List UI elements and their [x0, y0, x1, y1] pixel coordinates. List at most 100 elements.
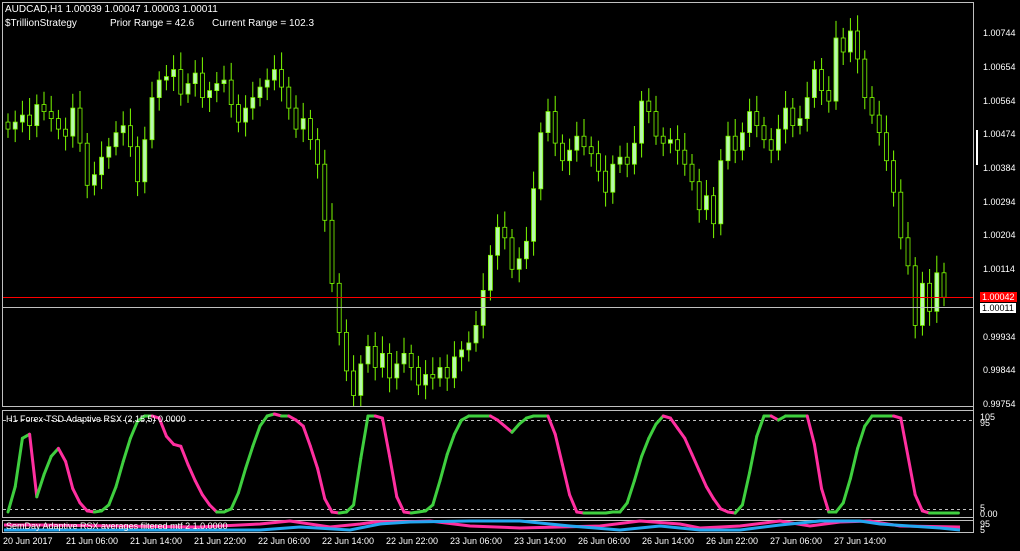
time-tick: 22 Jun 14:00 [322, 536, 375, 546]
main-chart-frame [2, 2, 974, 407]
candle-body [516, 258, 522, 270]
rsx1-segment [359, 414, 370, 460]
candle-body [596, 153, 601, 172]
candle-body [99, 156, 104, 176]
rsx1-segment [35, 473, 46, 499]
rsx1-segment [510, 422, 521, 434]
candle-body [732, 135, 738, 151]
candle-body [862, 58, 868, 98]
rsx1-segment [712, 497, 723, 511]
candle-body [156, 79, 162, 98]
rsx2-title: SemDay Adaptive RSX averages filtered mt… [6, 521, 228, 531]
candle-body [379, 352, 385, 368]
rsx1-segment [740, 471, 752, 507]
price-tick: 1.00204 [983, 230, 1016, 240]
rsx1-segment [121, 436, 132, 463]
candle-body [776, 128, 781, 151]
candle-body [905, 237, 911, 267]
candle-body [761, 125, 767, 141]
candle-body [653, 111, 659, 137]
candle-body [178, 69, 184, 95]
candle-body [898, 191, 904, 239]
chart-window[interactable]: AUDCAD,H1 1.00039 1.00047 1.00003 1.0001… [0, 0, 1020, 551]
rsx1-segment [546, 414, 557, 436]
price-tick: 0.99844 [983, 365, 1016, 375]
candle-body [437, 367, 443, 379]
candle-body [27, 114, 33, 126]
rsx1-segment [388, 454, 399, 499]
candle-body [495, 226, 501, 256]
candle-body [257, 86, 263, 98]
candle-body [235, 104, 241, 123]
candle-body [142, 139, 148, 183]
rsx1-segment [236, 467, 248, 495]
rsx1-segment [186, 463, 197, 483]
candle-body [135, 146, 141, 183]
candle-body [855, 30, 860, 60]
candle-body [56, 118, 61, 130]
candle-body [819, 69, 824, 91]
rsx1-segment [704, 485, 716, 501]
candle-body [127, 125, 133, 148]
candle-body [459, 349, 465, 358]
time-tick: 23 Jun 14:00 [514, 536, 567, 546]
price-tick: 0.99934 [983, 332, 1016, 342]
rsx1-segment [258, 414, 269, 428]
candle-body [192, 72, 198, 84]
rsx1-segment [431, 479, 442, 507]
price-tick: 1.00114 [983, 264, 1015, 274]
candle-body [243, 107, 249, 123]
indicator1-frame [2, 410, 974, 518]
candle-body [754, 111, 760, 126]
candle-body [624, 156, 630, 165]
rsx1-segment [352, 456, 363, 507]
rsx1-segment [690, 452, 701, 473]
rsx1-segment [208, 503, 219, 514]
candle-body [106, 146, 112, 158]
time-tick: 26 Jun 06:00 [578, 536, 631, 546]
rsx1-segment [49, 446, 60, 458]
candle-body [941, 272, 947, 298]
rsx1-segment [676, 426, 687, 440]
candle-body [171, 69, 177, 77]
candle-body [264, 79, 270, 88]
time-tick: 22 Jun 06:00 [258, 536, 311, 546]
candle-body [228, 79, 234, 105]
candle-body [322, 163, 328, 221]
rsx1-segment [179, 444, 190, 466]
candles-layer [5, 15, 947, 406]
rsx1-segment [13, 436, 24, 489]
time-tick: 27 Jun 14:00 [834, 536, 887, 546]
candle-body [293, 107, 299, 130]
chart-canvas[interactable] [0, 0, 1020, 551]
candle-body [696, 181, 702, 211]
rsx1-segment [251, 424, 262, 448]
rsx1-segment [28, 432, 39, 499]
time-tick: 22 Jun 22:00 [386, 536, 439, 546]
candle-body [660, 135, 666, 144]
rsx1-segment [683, 436, 694, 456]
candle-body [812, 69, 817, 98]
candle-body [430, 374, 436, 379]
rsx1-segment [244, 444, 255, 470]
candle-body [920, 282, 925, 326]
candle-body [581, 135, 587, 148]
candle-body [524, 240, 529, 260]
rsx1-segment [107, 485, 118, 507]
rsx1-title: H1 Forex-TSD Adaptive RSX (2,15,5) 0.000… [6, 414, 186, 424]
candle-body [113, 132, 119, 148]
candle-body [12, 121, 18, 130]
rsx1-segment [863, 414, 874, 428]
rsx1-segment [553, 432, 564, 466]
candle-body [77, 107, 83, 144]
candle-body [552, 111, 558, 144]
candle-body [307, 118, 313, 140]
candle-body [689, 163, 695, 183]
rsx1-segment [323, 497, 334, 514]
candle-body [668, 139, 673, 144]
candle-body [747, 111, 752, 133]
candle-body [603, 170, 608, 193]
price-tick: 1.00474 [983, 129, 1016, 139]
last-price-tag: 1.00011 [980, 303, 1016, 313]
time-tick: 26 Jun 22:00 [706, 536, 759, 546]
